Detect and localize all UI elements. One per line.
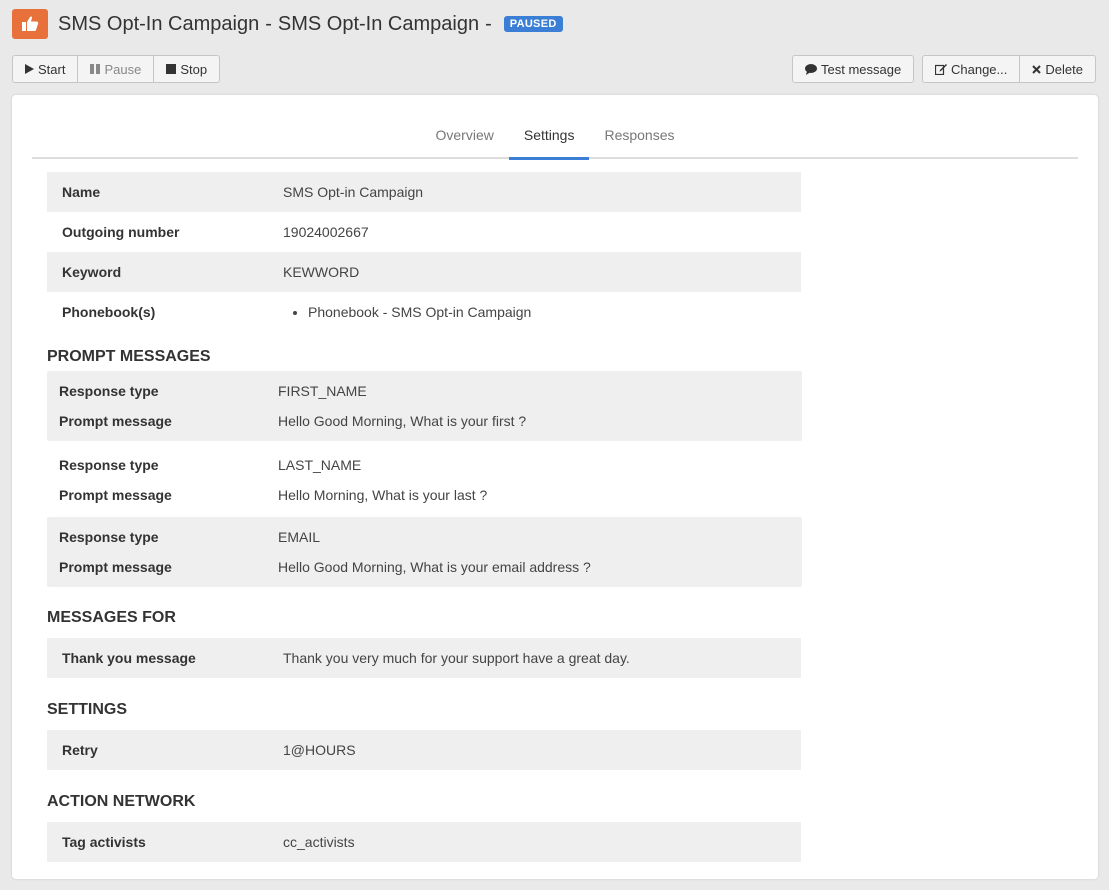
retry-row: Retry 1@HOURS [47, 730, 801, 770]
play-icon [25, 64, 34, 74]
tag-activists-label: Tag activists [62, 834, 146, 850]
action-network-heading: ACTION NETWORK [47, 793, 196, 810]
settings-content: Name SMS Opt-in Campaign Outgoing number… [47, 172, 802, 862]
prompt-item: Response type EMAIL Prompt message Hello… [47, 517, 802, 587]
tag-activists-value: cc_activists [283, 834, 355, 850]
prompt-message-value: Hello Good Morning, What is your first ? [278, 413, 527, 429]
title-separator: - [265, 12, 272, 35]
prompt-message-row: Prompt message Hello Morning, What is yo… [47, 480, 802, 510]
edit-actions-group: Change... Delete [922, 55, 1096, 83]
response-type-label: Response type [59, 529, 159, 545]
name-label: Name [62, 184, 101, 200]
thank-you-label: Thank you message [62, 650, 196, 666]
page-title: SMS Opt-In Campaign - SMS Opt-In Campaign -… [58, 13, 563, 36]
stop-icon [166, 64, 177, 74]
stop-button[interactable]: Stop [154, 55, 221, 83]
prompt-message-value: Hello Good Morning, What is your email a… [278, 559, 591, 575]
status-badge: PAUSED [503, 15, 563, 32]
tag-activists-row: Tag activists cc_activists [47, 822, 801, 862]
response-type-row: Response type FIRST_NAME [47, 376, 802, 406]
outgoing-number-value: 19024002667 [283, 224, 369, 240]
phonebooks-value: Phonebook - SMS Opt-in Campaign [283, 304, 531, 320]
start-label: Start [38, 61, 66, 77]
test-message-label: Test message [821, 61, 902, 77]
pause-icon [90, 64, 101, 74]
start-button[interactable]: Start [12, 55, 79, 83]
test-message-button[interactable]: Test message [792, 55, 915, 83]
close-icon [1032, 64, 1042, 74]
title-separator-2: - [485, 12, 492, 35]
test-message-group: Test message [792, 55, 915, 83]
response-type-value: FIRST_NAME [278, 383, 367, 399]
change-button[interactable]: Change... [922, 55, 1021, 83]
outgoing-number-label: Outgoing number [62, 224, 180, 240]
edit-icon [935, 63, 947, 75]
response-type-label: Response type [59, 457, 159, 473]
name-value: SMS Opt-in Campaign [283, 184, 424, 200]
response-type-row: Response type LAST_NAME [47, 450, 802, 480]
tab-responses[interactable]: Responses [589, 117, 689, 157]
prompt-message-row: Prompt message Hello Good Morning, What … [47, 552, 802, 582]
phonebook-list: Phonebook - SMS Opt-in Campaign [283, 304, 531, 320]
delete-button[interactable]: Delete [1020, 55, 1096, 83]
keyword-value: KEWWORD [283, 264, 360, 280]
change-label: Change... [951, 61, 1008, 77]
prompt-message-label: Prompt message [59, 487, 172, 503]
retry-label: Retry [62, 742, 98, 758]
keyword-label: Keyword [62, 264, 122, 280]
settings-heading: SETTINGS [47, 701, 128, 718]
campaign-name: SMS Opt-In Campaign [58, 12, 260, 35]
delete-label: Delete [1045, 61, 1083, 77]
campaign-subtitle: SMS Opt-In Campaign [277, 12, 480, 35]
campaign-control-group: Start Pause Stop [12, 55, 221, 83]
thumbs-up-icon [12, 9, 48, 39]
pause-button[interactable]: Pause [78, 55, 155, 83]
detail-row-keyword: Keyword KEWWORD [47, 252, 801, 292]
detail-row-outgoing: Outgoing number 19024002667 [47, 212, 801, 252]
comment-icon [805, 63, 817, 75]
response-type-label: Response type [59, 383, 159, 399]
tab-bar: Overview Settings Responses [32, 117, 1078, 160]
detail-row-name: Name SMS Opt-in Campaign [47, 172, 801, 212]
prompt-message-row: Prompt message Hello Good Morning, What … [47, 406, 802, 436]
response-type-value: LAST_NAME [278, 457, 362, 473]
thank-you-value: Thank you very much for your support hav… [283, 650, 630, 666]
prompt-message-label: Prompt message [59, 559, 172, 575]
response-type-row: Response type EMAIL [47, 522, 802, 552]
tab-overview[interactable]: Overview [421, 117, 509, 157]
phonebooks-label: Phonebook(s) [62, 304, 156, 320]
campaign-panel: Overview Settings Responses Name SMS Opt… [12, 95, 1098, 879]
detail-row-phonebooks: Phonebook(s) Phonebook - SMS Opt-in Camp… [47, 292, 801, 332]
tab-settings[interactable]: Settings [508, 117, 590, 160]
prompt-item: Response type LAST_NAME Prompt message H… [47, 445, 802, 515]
pause-label: Pause [104, 61, 142, 77]
prompt-item: Response type FIRST_NAME Prompt message … [47, 371, 802, 441]
prompt-message-label: Prompt message [59, 413, 172, 429]
stop-label: Stop [180, 61, 208, 77]
messages-for-heading: MESSAGES FOR [47, 609, 176, 626]
prompt-message-value: Hello Morning, What is your last ? [278, 487, 488, 503]
response-type-value: EMAIL [278, 529, 321, 545]
page-header: SMS Opt-In Campaign - SMS Opt-In Campaign -… [12, 8, 563, 40]
retry-value: 1@HOURS [283, 742, 356, 758]
thank-you-row: Thank you message Thank you very much fo… [47, 638, 801, 678]
prompt-messages-heading: PROMPT MESSAGES [47, 348, 211, 365]
phonebook-item: Phonebook - SMS Opt-in Campaign [308, 304, 531, 320]
